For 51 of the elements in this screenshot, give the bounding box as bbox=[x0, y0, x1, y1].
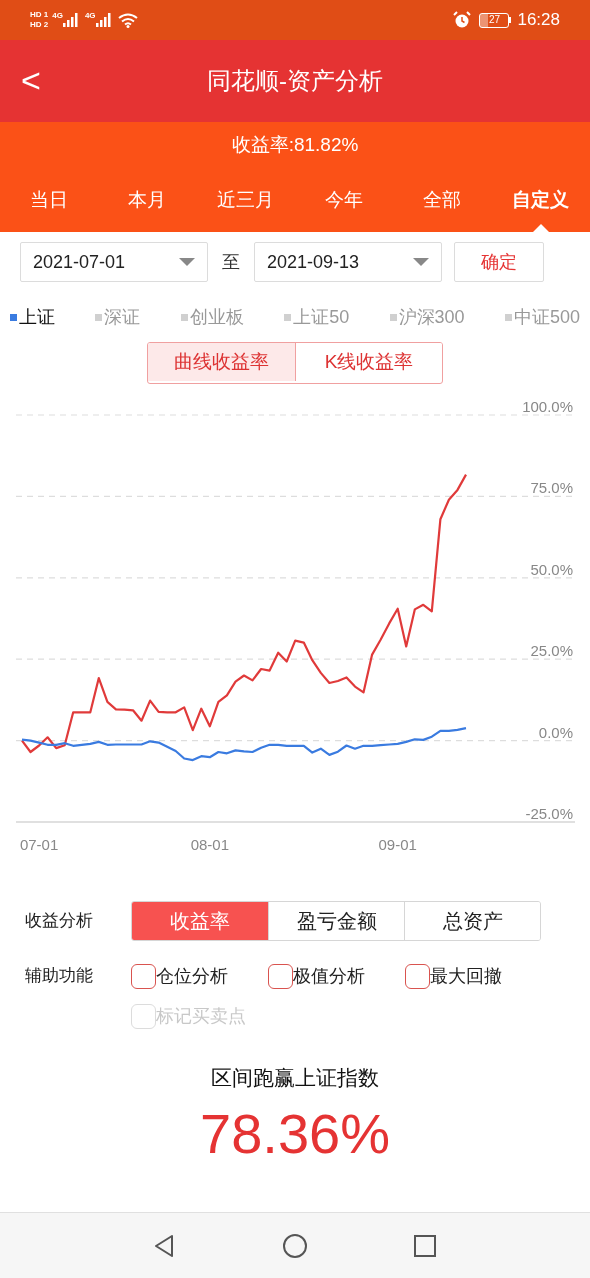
battery-icon: 27 bbox=[479, 12, 510, 28]
chart-mode-tab[interactable]: 曲线收益率 bbox=[148, 343, 295, 381]
section-label: 辅助功能 bbox=[25, 965, 94, 987]
option-checkbox[interactable]: 仓位分析 bbox=[131, 956, 268, 996]
period-tab[interactable]: 今年 bbox=[295, 168, 394, 232]
result-title: 区间跑赢上证指数 bbox=[211, 1065, 379, 1091]
axis-label: 09-01 bbox=[378, 836, 417, 853]
end-date-select[interactable]: 2021-09-13 bbox=[254, 242, 442, 282]
chart-mode-tab[interactable]: K线收益率 bbox=[295, 343, 442, 381]
page-title: 同花顺-资产分析 bbox=[207, 66, 383, 96]
period-tab[interactable]: 自定义 bbox=[491, 168, 590, 232]
recents-nav-icon[interactable] bbox=[412, 1232, 438, 1259]
option-checkbox[interactable]: 最大回撤 bbox=[405, 956, 542, 996]
axis-label: 75.0% bbox=[530, 479, 573, 497]
axis-label: -25.0% bbox=[525, 805, 573, 822]
axis-label: 08-01 bbox=[190, 836, 230, 853]
axis-label: 07-01 bbox=[19, 836, 59, 853]
axis-label: 0.0% bbox=[538, 723, 573, 741]
index-toggle[interactable]: 中证500 bbox=[504, 303, 580, 331]
network-label: 4G bbox=[84, 10, 96, 22]
axis-label: 50.0% bbox=[530, 560, 573, 578]
wifi-icon bbox=[117, 12, 138, 28]
sim-label: HD 2 bbox=[30, 21, 49, 29]
index-toggle[interactable]: 创业板 bbox=[180, 303, 244, 331]
axis-label: 25.0% bbox=[530, 642, 573, 660]
back-button[interactable]: < bbox=[16, 60, 46, 100]
index-toggle[interactable]: 深证 bbox=[95, 303, 141, 331]
network-label: 4G bbox=[52, 10, 63, 22]
option-checkbox[interactable]: 极值分析 bbox=[268, 956, 405, 996]
signal-icon bbox=[62, 13, 79, 27]
return-rate: 收益率:81.82% bbox=[231, 132, 359, 157]
period-tab[interactable]: 近三月 bbox=[196, 168, 295, 232]
signal-icon bbox=[95, 13, 112, 27]
period-tab[interactable]: 全部 bbox=[393, 168, 492, 232]
home-nav-icon[interactable] bbox=[282, 1232, 308, 1259]
start-date-select[interactable]: 2021-07-01 bbox=[20, 242, 208, 282]
sim-label: HD 1 bbox=[30, 11, 49, 19]
period-tab[interactable]: 本月 bbox=[98, 168, 197, 232]
index-toggle[interactable]: 上证50 bbox=[284, 303, 350, 331]
axis-label: 100.0% bbox=[522, 398, 573, 415]
confirm-button[interactable]: 确定 bbox=[454, 242, 544, 282]
section-label: 收益分析 bbox=[25, 910, 94, 933]
period-tab[interactable]: 当日 bbox=[0, 168, 99, 232]
result-value: 78.36% bbox=[200, 1100, 390, 1167]
alarm-icon bbox=[453, 11, 472, 29]
segment-tab[interactable]: 收益率 bbox=[132, 902, 268, 940]
index-toggle[interactable]: 沪深300 bbox=[389, 303, 465, 331]
segment-tab[interactable]: 总资产 bbox=[404, 902, 540, 940]
index-toggle[interactable]: 上证 bbox=[10, 303, 55, 331]
clock: 16:28 bbox=[517, 9, 560, 32]
range-separator: 至 bbox=[222, 250, 240, 274]
